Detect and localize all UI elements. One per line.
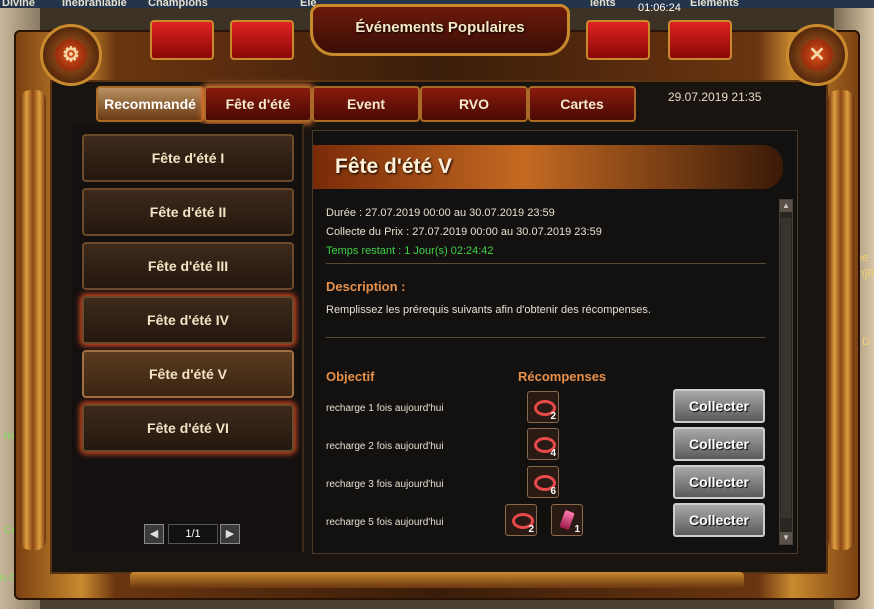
reward-qty: 2: [528, 524, 534, 535]
banner-decoration: [230, 20, 294, 60]
rewards-header: Récompenses: [518, 369, 607, 384]
bg-side-text: D: [862, 336, 870, 348]
tab-cartes[interactable]: Cartes: [528, 86, 636, 122]
banner-decoration: [150, 20, 214, 60]
bg-top-item: Inébranlable: [62, 0, 127, 9]
divider: [326, 337, 766, 338]
window-title-plate: Événements Populaires: [310, 4, 570, 56]
tab-recommande[interactable]: Recommandé: [96, 86, 204, 122]
objective-text: recharge 1 fois aujourd'hui: [326, 403, 444, 414]
description-text: Remplissez les prérequis suivants afin d…: [326, 304, 651, 316]
bg-top-item: Champions: [148, 0, 208, 9]
reward-qty: 2: [550, 411, 556, 422]
banner-decoration: [668, 20, 732, 60]
event-detail-panel: Fête d'été V Durée : 27.07.2019 00:00 au…: [312, 130, 798, 554]
collect-button[interactable]: Collecter: [673, 465, 765, 499]
tab-fete-ete[interactable]: Fête d'été: [204, 86, 312, 122]
window-title: Événements Populaires: [355, 19, 525, 36]
event-collect-period: Collecte du Prix : 27.07.2019 00:00 au 3…: [326, 226, 602, 238]
event-list-item[interactable]: Fête d'été VI: [82, 404, 294, 452]
event-remaining-time: Temps restant : 1 Jour(s) 02:24:42: [326, 245, 494, 257]
right-pillar: [828, 90, 854, 550]
reward-item[interactable]: 6: [527, 466, 559, 498]
bg-top-item: Éléments: [690, 0, 739, 9]
close-button[interactable]: ✕: [786, 24, 848, 86]
event-list-item-selected[interactable]: Fête d'été V: [82, 350, 294, 398]
detail-scrollbar[interactable]: ▲ ▼: [779, 199, 793, 545]
prev-page-button[interactable]: ◀: [144, 524, 164, 544]
reward-item[interactable]: 2: [505, 504, 537, 536]
settings-button[interactable]: ⚙: [40, 24, 102, 86]
reward-item[interactable]: 4: [527, 428, 559, 460]
event-list-item[interactable]: Fête d'été I: [82, 134, 294, 182]
scroll-down-arrow-icon[interactable]: ▼: [780, 532, 792, 544]
divider: [326, 263, 766, 264]
collect-button[interactable]: Collecter: [673, 503, 765, 537]
reward-item[interactable]: 1: [551, 504, 583, 536]
description-title: Description :: [326, 279, 406, 294]
event-duration: Durée : 27.07.2019 00:00 au 30.07.2019 2…: [326, 207, 555, 219]
scroll-up-arrow-icon[interactable]: ▲: [780, 200, 792, 212]
event-list-item[interactable]: Fête d'été II: [82, 188, 294, 236]
scroll-thumb[interactable]: [781, 218, 791, 518]
event-list-panel: Fête d'été I Fête d'été II Fête d'été II…: [72, 124, 304, 552]
objective-text: recharge 5 fois aujourd'hui: [326, 517, 444, 528]
objective-header: Objectif: [326, 369, 375, 384]
reward-qty: 4: [550, 448, 556, 459]
reward-item[interactable]: 2: [527, 391, 559, 423]
event-list-item[interactable]: Fête d'été III: [82, 242, 294, 290]
bg-top-item: Divine: [2, 0, 36, 9]
reward-qty: 1: [574, 524, 580, 535]
collect-button[interactable]: Collecter: [673, 427, 765, 461]
gem-icon: [559, 509, 575, 531]
collect-button[interactable]: Collecter: [673, 389, 765, 423]
event-list-item[interactable]: Fête d'été IV: [82, 296, 294, 344]
objective-text: recharge 2 fois aujourd'hui: [326, 441, 444, 452]
tab-event[interactable]: Event: [312, 86, 420, 122]
page-indicator: 1/1: [168, 524, 218, 544]
event-header: Fête d'été V: [313, 145, 783, 189]
reward-qty: 6: [550, 486, 556, 497]
top-timer: 01:06:24: [638, 2, 681, 14]
bottom-frame-bar: [130, 572, 744, 588]
server-datetime: 29.07.2019 21:35: [668, 90, 762, 104]
close-icon: ✕: [801, 39, 833, 71]
next-page-button[interactable]: ▶: [220, 524, 240, 544]
left-pillar: [20, 90, 46, 550]
tab-rvo[interactable]: RVO: [420, 86, 528, 122]
objective-text: recharge 3 fois aujourd'hui: [326, 479, 444, 490]
event-title: Fête d'été V: [335, 155, 453, 178]
gear-icon: ⚙: [55, 39, 87, 71]
banner-decoration: [586, 20, 650, 60]
bg-top-item: lents: [590, 0, 616, 9]
